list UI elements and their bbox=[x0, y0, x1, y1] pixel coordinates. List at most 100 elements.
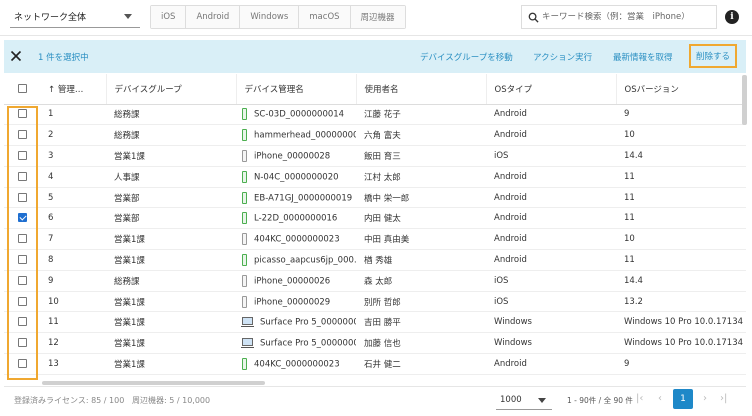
cell-group: 総務課 bbox=[106, 104, 236, 126]
column-header-id[interactable]: ↑ 管理… bbox=[40, 74, 107, 105]
table-row[interactable]: 5 営業部 EB-A71GJ_0000000019 橋中 栄一郎 Android 11 bbox=[4, 187, 746, 209]
cell-user: 六角 富夫 bbox=[356, 124, 486, 147]
cell-os-version: 9 bbox=[616, 104, 746, 126]
peripheral-count: 周辺機器: 5 / 10,000 bbox=[132, 396, 211, 405]
row-checkbox[interactable] bbox=[17, 192, 27, 202]
cell-user: 別所 哲郎 bbox=[356, 291, 486, 313]
cell-device: picasso_aapcus6jp_000… bbox=[236, 249, 356, 271]
tab-macos[interactable]: macOS bbox=[299, 6, 351, 28]
column-header-user[interactable]: 使用者名 bbox=[356, 74, 487, 105]
cell-group: 営業1課 bbox=[106, 311, 236, 334]
cell-os-version: 11 bbox=[616, 166, 746, 188]
move-group-button[interactable]: デバイスグループを移動 bbox=[420, 51, 513, 63]
cell-device: Surface Pro 5_0000000… bbox=[236, 332, 356, 355]
cell-os-type: Android bbox=[486, 249, 616, 271]
cell-device: SC-03D_0000000014 bbox=[236, 104, 356, 126]
next-page-icon[interactable]: › bbox=[703, 393, 707, 404]
row-checkbox[interactable] bbox=[17, 213, 27, 223]
cell-id: 13 bbox=[40, 353, 106, 375]
row-checkbox-cell bbox=[4, 332, 40, 355]
row-checkbox[interactable] bbox=[17, 358, 27, 368]
cell-os-type: Android bbox=[486, 166, 616, 188]
column-header-group[interactable]: デバイスグループ bbox=[106, 74, 237, 105]
cell-group: 人事課 bbox=[106, 166, 236, 188]
cell-user: 内田 健太 bbox=[356, 207, 486, 230]
current-page-button[interactable]: 1 bbox=[673, 389, 693, 409]
cell-os-version: 9 bbox=[616, 353, 746, 375]
smartphone-icon bbox=[242, 212, 247, 225]
smartphone-icon bbox=[242, 253, 247, 266]
row-checkbox-cell bbox=[4, 291, 40, 313]
info-icon[interactable]: i bbox=[725, 10, 739, 24]
cell-os-version: 10 bbox=[616, 124, 746, 147]
cell-os-version: 10 bbox=[616, 228, 746, 251]
search-input[interactable] bbox=[542, 12, 712, 22]
network-select[interactable]: ネットワーク全体 bbox=[10, 6, 140, 28]
cell-os-type: iOS bbox=[486, 291, 616, 313]
table-row[interactable]: 10 営業1課 iPhone_00000029 別所 哲郎 iOS 13.2 bbox=[4, 291, 746, 313]
smartphone-icon bbox=[242, 170, 247, 183]
table-row[interactable]: 6 営業部 L-22D_0000000016 内田 健太 Android 11 bbox=[4, 207, 746, 230]
row-checkbox[interactable] bbox=[17, 254, 27, 264]
table-row[interactable]: 4 人事課 N-04C_0000000020 江村 太郎 Android 11 bbox=[4, 166, 746, 188]
row-checkbox[interactable] bbox=[17, 109, 27, 119]
row-checkbox-cell bbox=[4, 228, 40, 251]
row-checkbox[interactable] bbox=[17, 234, 27, 244]
cell-os-version: 13.2 bbox=[616, 291, 746, 313]
tab-windows[interactable]: Windows bbox=[240, 6, 300, 28]
table-row[interactable]: 12営業1課Surface Pro 5_0000000…加藤 信也Windows… bbox=[4, 332, 746, 355]
cell-group: 営業1課 bbox=[106, 249, 236, 271]
table-row[interactable]: 8 営業1課 picasso_aapcus6jp_000… 楢 秀雄 Android 11 bbox=[4, 249, 746, 271]
first-page-icon[interactable]: |‹ bbox=[636, 393, 643, 404]
row-checkbox[interactable] bbox=[17, 171, 27, 181]
refresh-info-button[interactable]: 最新情報を取得 bbox=[613, 51, 673, 63]
cell-os-version: 14.4 bbox=[616, 145, 746, 167]
tab-ios[interactable]: iOS bbox=[151, 6, 187, 28]
row-checkbox-cell bbox=[4, 166, 40, 188]
row-checkbox[interactable] bbox=[17, 296, 27, 306]
table-row[interactable]: 1 総務課 SC-03D_0000000014 江藤 花子 Android 9 bbox=[4, 104, 746, 126]
column-header-device[interactable]: デバイス管理名 bbox=[236, 74, 357, 105]
row-range: 1 - 90件 / 全 90 件 bbox=[567, 396, 633, 405]
cell-group: 営業1課 bbox=[106, 291, 236, 313]
row-checkbox[interactable] bbox=[17, 150, 27, 160]
cell-user: 加藤 信也 bbox=[356, 332, 486, 355]
cell-device: iPhone_00000026 bbox=[236, 270, 356, 292]
horizontal-scrollbar[interactable] bbox=[42, 381, 265, 385]
rows-per-page-value: 1000 bbox=[500, 394, 522, 405]
row-checkbox[interactable] bbox=[17, 275, 27, 285]
row-checkbox[interactable] bbox=[17, 317, 27, 327]
cell-device: L-22D_0000000016 bbox=[236, 207, 356, 230]
last-page-icon[interactable]: ›| bbox=[720, 393, 727, 404]
table-row[interactable]: 9 総務課 iPhone_00000026 森 太郎 iOS 14.4 bbox=[4, 270, 746, 292]
table-row[interactable]: 3 営業1課 iPhone_00000028 飯田 育三 iOS 14.4 bbox=[4, 145, 746, 167]
cell-id: 4 bbox=[40, 166, 106, 188]
vertical-scrollbar[interactable] bbox=[742, 75, 747, 125]
table-row[interactable]: 2 総務課 hammerhead_00000000… 六角 富夫 Android 10 bbox=[4, 124, 746, 147]
search-box[interactable] bbox=[521, 5, 717, 29]
cell-user: 飯田 育三 bbox=[356, 145, 486, 167]
cell-group: 営業1課 bbox=[106, 145, 236, 167]
select-all-checkbox[interactable] bbox=[17, 83, 27, 93]
tab-android[interactable]: Android bbox=[186, 6, 241, 28]
table-row[interactable]: 13 営業1課 404KC_0000000023 石井 健二 Android 9 bbox=[4, 353, 746, 375]
column-header-os-type[interactable]: OSタイプ bbox=[486, 74, 617, 105]
cell-user: 石井 健二 bbox=[356, 353, 486, 375]
table-footer: 登録済みライセンス: 85 / 100 周辺機器: 5 / 10,000 100… bbox=[4, 386, 746, 412]
row-checkbox-cell bbox=[4, 249, 40, 271]
cell-id: 10 bbox=[40, 291, 106, 313]
row-checkbox[interactable] bbox=[17, 130, 27, 140]
close-icon[interactable] bbox=[9, 49, 23, 63]
column-header-os-version[interactable]: OSバージョン bbox=[616, 74, 746, 105]
row-checkbox-cell bbox=[4, 145, 40, 167]
prev-page-icon[interactable]: ‹ bbox=[658, 393, 662, 404]
cell-os-version: Windows 10 Pro 10.0.17134 bbox=[616, 311, 746, 334]
row-checkbox[interactable] bbox=[17, 338, 27, 348]
tab-peripheral[interactable]: 周辺機器 bbox=[350, 6, 405, 28]
run-action-button[interactable]: アクション実行 bbox=[533, 51, 592, 63]
smartphone-icon bbox=[242, 108, 247, 121]
table-row[interactable]: 11営業1課Surface Pro 5_0000000…吉田 勝平Windows… bbox=[4, 311, 746, 334]
table-row[interactable]: 7 営業1課 404KC_0000000023 中田 真由美 Android 10 bbox=[4, 228, 746, 251]
delete-button[interactable]: 削除する bbox=[689, 44, 737, 68]
rows-per-page-select[interactable]: 1000 bbox=[496, 390, 552, 410]
